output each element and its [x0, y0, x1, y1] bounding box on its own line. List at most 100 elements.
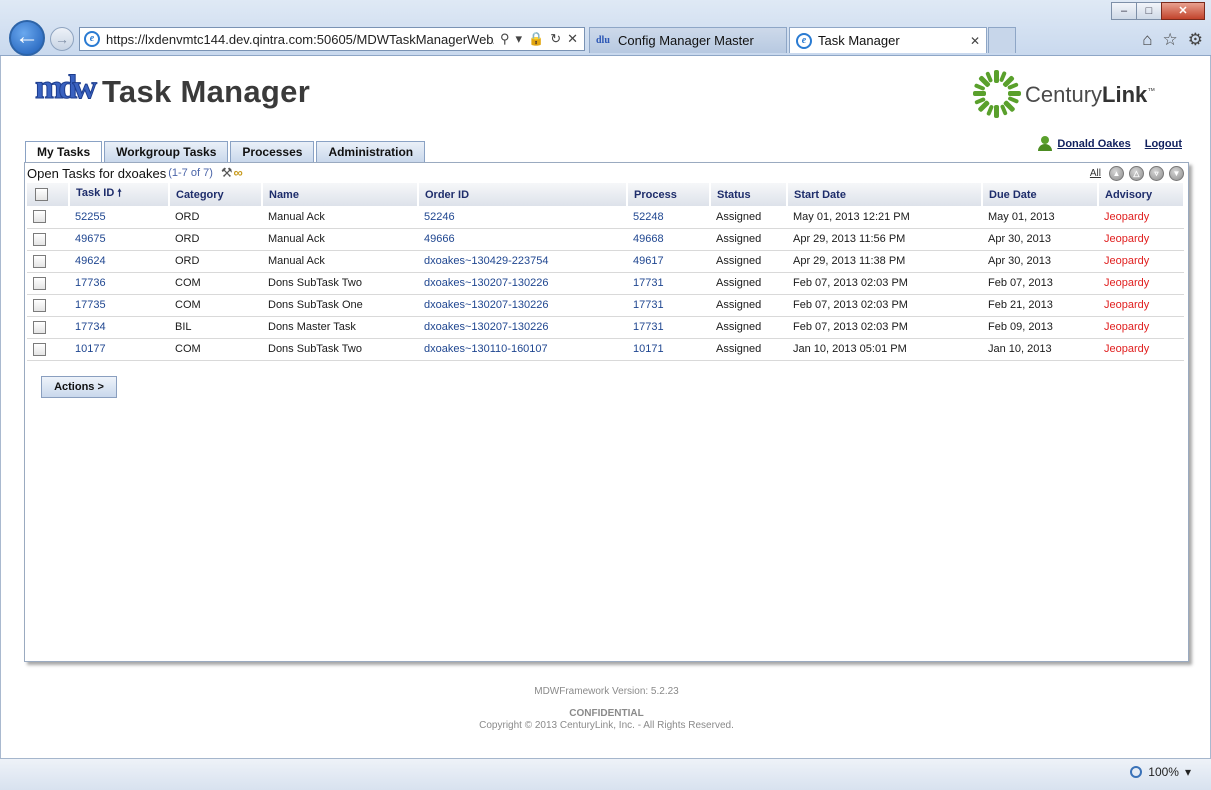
back-button[interactable]: ← [9, 20, 45, 56]
due-date-cell: May 01, 2013 [982, 206, 1098, 229]
favorites-star-icon[interactable]: ☆ [1163, 30, 1178, 50]
order-id-cell[interactable]: dxoakes~130207-130226 [418, 272, 627, 295]
dropdown-icon[interactable]: ▾ [516, 31, 523, 47]
advisory-cell: Jeopardy [1098, 338, 1184, 361]
browser-tab-task-manager[interactable]: e Task Manager ✕ [789, 27, 987, 53]
tab-administration[interactable]: Administration [316, 141, 426, 163]
row-checkbox[interactable] [33, 320, 46, 334]
user-icon [1038, 136, 1053, 151]
column-header-advisory[interactable]: Advisory [1098, 183, 1185, 206]
lock-icon[interactable]: 🔒 [528, 31, 544, 47]
process-cell[interactable]: 49668 [627, 228, 710, 251]
row-select-cell [27, 294, 69, 317]
user-name-link[interactable]: Donald Oakes [1057, 138, 1130, 150]
panel-title: Open Tasks for dxoakes [27, 165, 167, 181]
process-cell[interactable]: 10171 [627, 338, 710, 361]
column-header-name[interactable]: Name [262, 183, 419, 206]
order-id-cell[interactable]: dxoakes~130207-130226 [418, 316, 627, 339]
task-id-cell[interactable]: 52255 [69, 206, 169, 229]
row-checkbox[interactable] [33, 210, 46, 224]
row-checkbox[interactable] [33, 254, 46, 268]
due-date-cell: Feb 09, 2013 [982, 316, 1098, 339]
start-date-cell: Feb 07, 2013 02:03 PM [787, 294, 982, 317]
browser-tab-config-manager[interactable]: dlu Config Manager Master [589, 27, 787, 53]
order-id-cell[interactable]: dxoakes~130429-223754 [418, 250, 627, 273]
process-cell[interactable]: 52248 [627, 206, 710, 229]
process-cell[interactable]: 49617 [627, 250, 710, 273]
task-id-cell[interactable]: 49624 [69, 250, 169, 273]
status-cell: Assigned [710, 206, 787, 229]
row-checkbox[interactable] [33, 298, 46, 312]
process-cell[interactable]: 17731 [627, 316, 710, 339]
column-header-status[interactable]: Status [710, 183, 788, 206]
tab-workgroup-tasks[interactable]: Workgroup Tasks [104, 141, 229, 163]
close-window-button[interactable]: ✕ [1161, 2, 1205, 20]
name-cell: Manual Ack [262, 206, 418, 229]
order-id-cell[interactable]: dxoakes~130110-160107 [418, 338, 627, 361]
show-all-link[interactable]: All [1090, 168, 1101, 179]
status-cell: Assigned [710, 228, 787, 251]
home-icon[interactable]: ⌂ [1142, 30, 1152, 50]
collapse-all-icon[interactable]: ▲ [1109, 166, 1124, 181]
row-checkbox[interactable] [33, 276, 46, 290]
address-bar[interactable]: e https://lxdenvmtc144.dev.qintra.com:50… [79, 27, 585, 51]
process-cell[interactable]: 17731 [627, 272, 710, 295]
task-id-cell[interactable]: 17734 [69, 316, 169, 339]
column-header-process[interactable]: Process [627, 183, 711, 206]
advisory-cell: Jeopardy [1098, 206, 1184, 229]
row-select-cell [27, 228, 69, 251]
copyright-text: Copyright © 2013 CenturyLink, Inc. - All… [479, 720, 734, 731]
stop-icon[interactable]: ✕ [567, 31, 578, 47]
task-id-cell[interactable]: 17736 [69, 272, 169, 295]
new-tab-button[interactable] [988, 27, 1016, 53]
expand-all-icon[interactable]: ▼ [1169, 166, 1184, 181]
tab-my-tasks[interactable]: My Tasks [25, 141, 103, 164]
row-checkbox[interactable] [33, 342, 46, 356]
confidential-label: CONFIDENTIAL [569, 708, 644, 719]
expand-icon[interactable]: ▿ [1149, 166, 1164, 181]
column-header-category[interactable]: Category [169, 183, 263, 206]
start-date-cell: Feb 07, 2013 02:03 PM [787, 316, 982, 339]
search-icon[interactable]: ⚲ [500, 31, 510, 47]
select-all-header [27, 183, 70, 206]
tools-icon[interactable]: ⚒ [221, 165, 233, 181]
zoom-dropdown-icon[interactable]: ▾ [1185, 765, 1191, 779]
logout-link[interactable]: Logout [1145, 138, 1182, 150]
column-header-task-id[interactable]: Task ID 🠕 [69, 183, 170, 206]
order-id-cell[interactable]: 49666 [418, 228, 627, 251]
row-checkbox[interactable] [33, 232, 46, 246]
tasks-table: Task ID 🠕 Category Name Order ID Process… [27, 183, 1185, 361]
maximize-button[interactable]: □ [1136, 2, 1162, 20]
close-tab-icon[interactable]: ✕ [970, 34, 980, 48]
task-id-cell[interactable]: 49675 [69, 228, 169, 251]
minimize-button[interactable]: – [1111, 2, 1137, 20]
zoom-control[interactable]: 100% ▾ [1130, 765, 1191, 779]
tab-processes[interactable]: Processes [230, 141, 315, 163]
column-header-due-date[interactable]: Due Date [982, 183, 1099, 206]
forward-button[interactable]: → [50, 27, 74, 51]
due-date-cell: Feb 07, 2013 [982, 272, 1098, 295]
order-id-cell[interactable]: dxoakes~130207-130226 [418, 294, 627, 317]
task-id-cell[interactable]: 17735 [69, 294, 169, 317]
column-header-start-date[interactable]: Start Date [787, 183, 983, 206]
zoom-icon [1130, 766, 1143, 778]
name-cell: Manual Ack [262, 250, 418, 273]
refresh-icon[interactable]: ↻ [550, 31, 561, 47]
due-date-cell: Apr 30, 2013 [982, 228, 1098, 251]
mdw-logo: mdw [35, 69, 98, 107]
ie-page-icon: e [84, 31, 100, 47]
column-header-order-id[interactable]: Order ID [418, 183, 628, 206]
process-cell[interactable]: 17731 [627, 294, 710, 317]
select-all-checkbox[interactable] [35, 188, 48, 201]
collapse-icon[interactable]: △ [1129, 166, 1144, 181]
category-cell: ORD [169, 206, 262, 229]
actions-button[interactable]: Actions > [41, 376, 117, 398]
link-icon[interactable]: ∞ [234, 165, 243, 181]
order-id-cell[interactable]: 52246 [418, 206, 627, 229]
address-url[interactable]: https://lxdenvmtc144.dev.qintra.com:5060… [106, 32, 494, 47]
table-row: 17735 COM Dons SubTask One dxoakes~130207-1… [27, 294, 1184, 317]
settings-gear-icon[interactable]: ⚙ [1188, 30, 1203, 50]
table-row: 17734 BIL Dons Master Task dxoakes~130207-1… [27, 316, 1184, 339]
framework-version: MDWFramework Version: 5.2.23 [534, 686, 679, 697]
task-id-cell[interactable]: 10177 [69, 338, 169, 361]
